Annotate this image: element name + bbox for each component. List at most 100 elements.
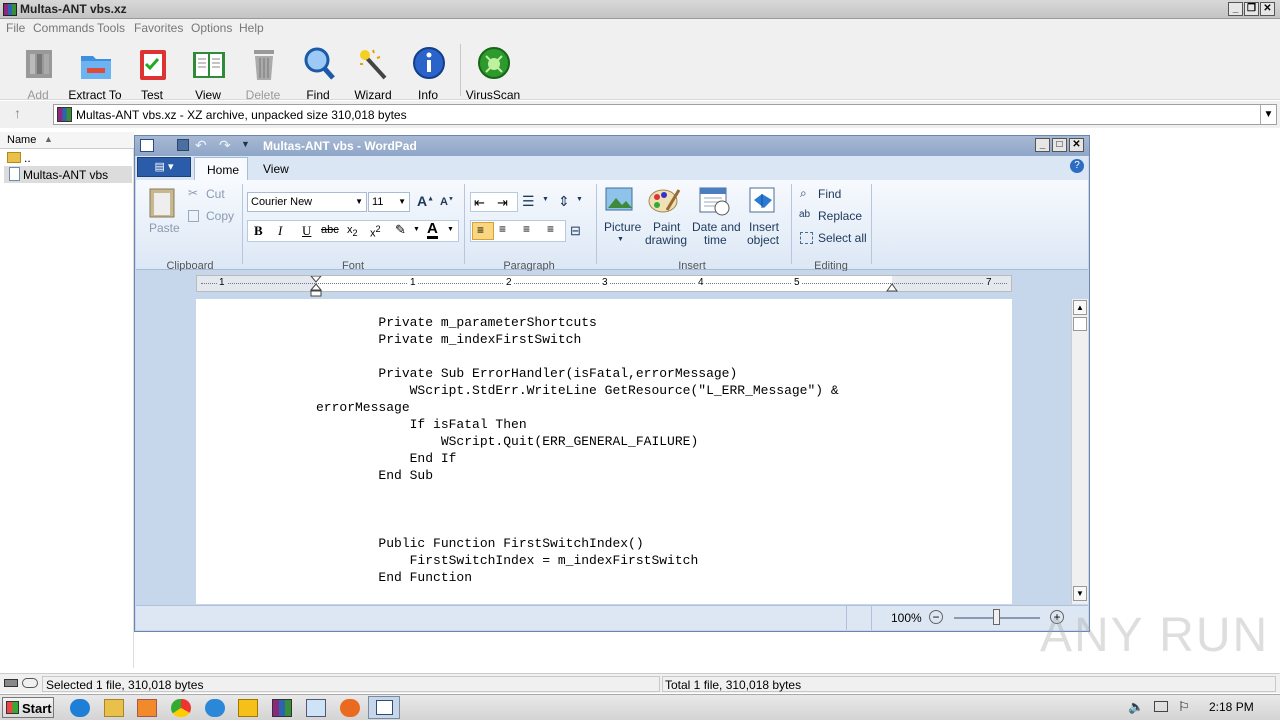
italic-icon[interactable]: I	[278, 223, 282, 239]
paragraph-settings-icon[interactable]: ⊟	[570, 223, 581, 239]
virusscan-button[interactable]: VirusScan	[465, 44, 521, 102]
bullets-icon[interactable]: ☰	[522, 193, 535, 210]
save-icon[interactable]	[177, 139, 189, 151]
minimize-button[interactable]: _	[1228, 2, 1243, 16]
increase-indent-icon[interactable]: ⇥	[497, 195, 508, 211]
column-header-name[interactable]: Name ▲	[0, 132, 134, 149]
grow-font-icon[interactable]: A▲	[417, 193, 434, 209]
wordpad-app-icon[interactable]	[140, 139, 154, 152]
close-button[interactable]: ✕	[1260, 2, 1275, 16]
wordpad-close-button[interactable]: ✕	[1069, 138, 1084, 152]
menu-help[interactable]: Help	[239, 21, 264, 35]
edge-icon[interactable]	[205, 699, 225, 717]
volume-icon[interactable]: 🔈	[1128, 699, 1144, 715]
scroll-down-icon[interactable]: ▼	[1073, 586, 1087, 601]
font-color-icon[interactable]: A	[427, 221, 438, 239]
document-page[interactable]: Private m_parameterShortcuts Private m_i…	[196, 299, 1012, 604]
underline-icon[interactable]: U	[302, 223, 311, 239]
list-item[interactable]: ..	[4, 150, 132, 166]
media-player-icon[interactable]	[137, 699, 157, 717]
winrar-taskbar-icon[interactable]	[272, 699, 292, 717]
date-time-button[interactable]: Date and time	[692, 186, 742, 247]
decrease-indent-icon[interactable]: ⇤	[474, 195, 485, 211]
select-all-button[interactable]: Select all	[818, 231, 867, 245]
address-dropdown-icon[interactable]: ▼	[1260, 105, 1276, 124]
network-icon[interactable]	[1154, 701, 1168, 712]
action-center-flag-icon[interactable]: ⚐	[1178, 699, 1190, 715]
file-list	[0, 132, 134, 668]
font-family-select[interactable]: Courier New ▼	[247, 192, 367, 212]
scroll-thumb[interactable]	[1073, 317, 1087, 331]
wordpad-menu-button[interactable]: ▤ ▾	[137, 157, 191, 177]
wordpad-minimize-button[interactable]: _	[1035, 138, 1050, 152]
folder-up-icon	[7, 152, 21, 163]
tab-view[interactable]: View	[263, 162, 289, 176]
align-center-icon[interactable]: ≡	[499, 222, 506, 236]
ruler[interactable]: 1 1 2 3 4 5 7	[196, 275, 1012, 297]
explorer-icon[interactable]	[104, 699, 124, 717]
zoom-level: 100%	[891, 611, 922, 625]
superscript-icon[interactable]: x2	[370, 224, 381, 240]
ie-icon[interactable]	[70, 699, 90, 717]
quick-access-dropdown-icon[interactable]: ▼	[241, 139, 250, 149]
wordpad-maximize-button[interactable]: □	[1052, 138, 1067, 152]
chevron-down-icon[interactable]: ▼	[542, 196, 549, 203]
chevron-down-icon: ▼	[355, 197, 363, 206]
subscript-icon[interactable]: x2	[347, 224, 358, 238]
paste-button[interactable]	[148, 185, 178, 219]
office-icon[interactable]	[238, 699, 258, 717]
tab-home[interactable]: Home	[194, 157, 248, 180]
menu-favorites[interactable]: Favorites	[134, 21, 183, 35]
picture-button[interactable]: Picture ▼	[604, 186, 641, 246]
scroll-up-icon[interactable]: ▲	[1073, 300, 1087, 315]
zoom-out-icon[interactable]: −	[929, 610, 943, 624]
redo-icon[interactable]: ↷	[219, 137, 231, 154]
notepad-icon[interactable]	[306, 699, 326, 717]
paint-drawing-button[interactable]: Paint drawing	[645, 186, 689, 247]
wordpad-taskbar-button[interactable]	[368, 696, 400, 719]
menu-commands[interactable]: Commands	[33, 21, 94, 35]
restore-button[interactable]: ❐	[1244, 2, 1259, 16]
right-indent-marker-icon[interactable]	[886, 282, 898, 292]
paste-icon	[149, 188, 175, 218]
undo-icon[interactable]: ↶	[195, 137, 207, 154]
justify-icon[interactable]: ≡	[547, 222, 554, 236]
wizard-icon	[360, 49, 387, 80]
group-separator	[871, 184, 872, 264]
clock[interactable]: 2:18 PM	[1209, 700, 1254, 714]
left-indent-marker-icon[interactable]	[310, 276, 322, 298]
chevron-down-icon[interactable]: ▼	[413, 226, 420, 233]
info-button[interactable]: Info	[400, 44, 456, 102]
date-time-label-1: Date and	[692, 220, 741, 234]
info-icon	[413, 47, 445, 79]
chrome-icon[interactable]	[171, 699, 191, 717]
up-arrow-icon[interactable]: ↑	[14, 105, 21, 121]
address-field[interactable]: Multas-ANT vbs.xz - XZ archive, unpacked…	[53, 104, 1277, 125]
code-line: If isFatal Then	[316, 417, 527, 432]
help-icon[interactable]: ?	[1070, 159, 1084, 173]
copy-button[interactable]: Copy	[206, 209, 234, 223]
align-right-icon[interactable]: ≡	[523, 222, 530, 236]
zoom-slider-thumb[interactable]	[993, 609, 1000, 625]
align-left-icon[interactable]: ≡	[472, 222, 494, 240]
chevron-down-icon: ▼	[398, 197, 406, 206]
start-button[interactable]: Start	[2, 697, 54, 718]
menu-tools[interactable]: Tools	[97, 21, 125, 35]
menu-file[interactable]: File	[6, 21, 25, 35]
bold-icon[interactable]: B	[254, 223, 263, 239]
chevron-down-icon[interactable]: ▼	[576, 196, 583, 203]
strikethrough-icon[interactable]: abc	[321, 224, 339, 236]
menu-options[interactable]: Options	[191, 21, 232, 35]
highlight-icon[interactable]: ✎	[395, 222, 406, 238]
line-spacing-icon[interactable]: ⇕	[558, 193, 570, 210]
find-text-button[interactable]: Find	[818, 187, 841, 201]
cut-button[interactable]: Cut	[206, 187, 225, 201]
vertical-scrollbar[interactable]: ▲ ▼	[1071, 299, 1088, 604]
font-size-select[interactable]: 11 ▼	[368, 192, 410, 212]
chevron-down-icon[interactable]: ▼	[447, 226, 454, 233]
firefox-icon[interactable]	[340, 699, 360, 717]
insert-object-button[interactable]: Insert object	[746, 186, 786, 247]
list-item[interactable]: Multas-ANT vbs	[4, 166, 132, 183]
shrink-font-icon[interactable]: A▼	[440, 196, 454, 208]
replace-button[interactable]: Replace	[818, 209, 862, 223]
